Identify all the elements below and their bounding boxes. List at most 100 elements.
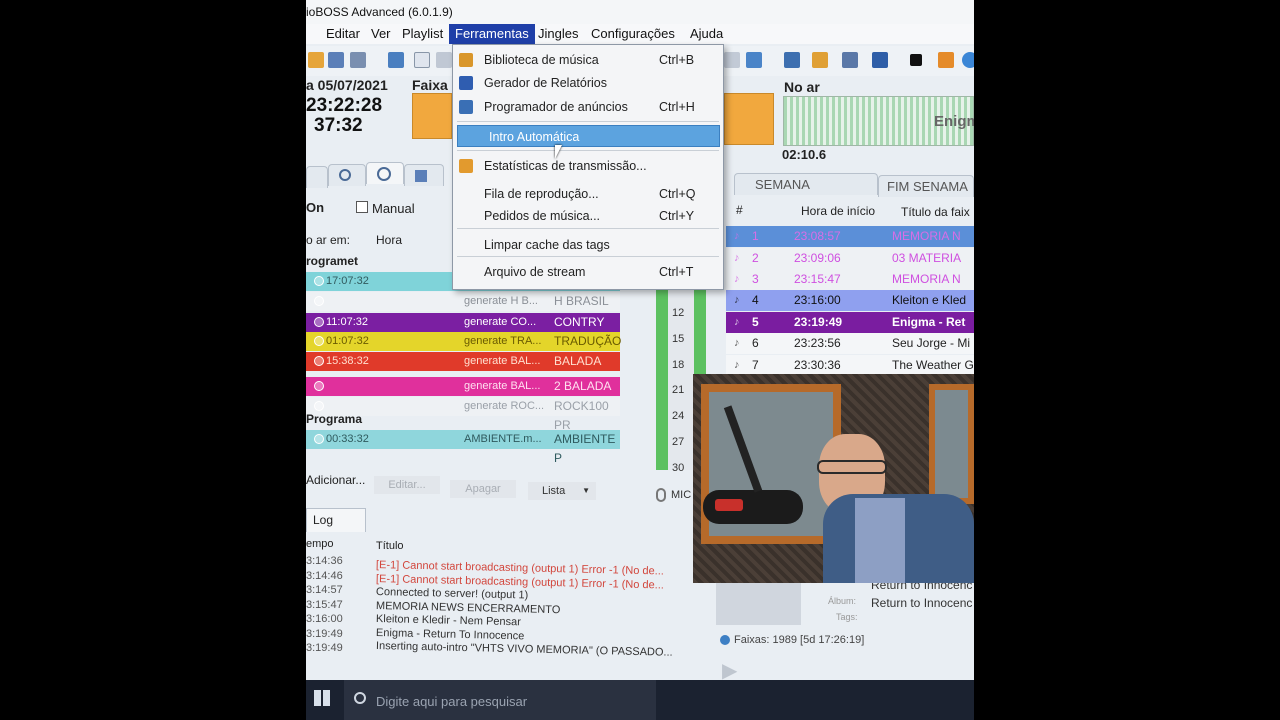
tab-fim-semana[interactable]: FIM SENAMA xyxy=(878,175,974,197)
menu-separator xyxy=(457,121,719,122)
manual-checkbox[interactable] xyxy=(356,201,368,213)
add-icon[interactable] xyxy=(746,52,762,68)
event-time: 00:33:32 xyxy=(326,433,369,445)
schedule-num: 5 xyxy=(752,315,759,329)
menu-item[interactable]: Estatísticas de transmissão... xyxy=(453,155,723,177)
mic-button[interactable]: MIC xyxy=(653,484,693,510)
menu-item-label: Intro Automática xyxy=(489,130,580,144)
clock-icon xyxy=(314,317,324,327)
menu-separator xyxy=(457,228,719,229)
menu-editar[interactable]: Editar xyxy=(326,26,360,41)
schedule-title: Seu Jorge - Mi xyxy=(892,336,971,350)
event-time: 15:38:32 xyxy=(326,355,369,367)
menu-playlist[interactable]: Playlist xyxy=(402,26,443,41)
menu-configuracoes[interactable]: Configurações xyxy=(591,26,675,41)
event-row[interactable]: 00:33:32 AMBIENTE.m... AMBIENTE P xyxy=(306,430,620,465)
toolbar-icon[interactable] xyxy=(724,52,740,68)
event-name: 2 BALADA xyxy=(554,379,612,393)
menu-item[interactable]: Limpar cache das tags xyxy=(453,234,723,256)
col-air: o ar em: xyxy=(306,233,351,247)
menu-item-label: Arquivo de stream xyxy=(484,265,586,279)
tracks-count: Faixas: 1989 [5d 17:26:19] xyxy=(720,634,864,646)
broadcast-icon[interactable] xyxy=(962,52,974,68)
menu-item-shortcut: Ctrl+Q xyxy=(659,187,696,201)
schedule-row[interactable]: ♪ 3 23:15:47 MEMORIA N xyxy=(726,269,974,290)
copy-icon[interactable] xyxy=(414,52,430,68)
log-time: 3:14:57 xyxy=(306,584,343,596)
menu-item[interactable]: Intro Automática xyxy=(457,125,720,147)
on-label: On xyxy=(306,200,325,215)
play-icon[interactable]: ▶ xyxy=(722,658,746,682)
schedule-row[interactable]: ♪ 4 23:16:00 Kleiton e Kled xyxy=(726,290,974,311)
delete-button[interactable]: Apagar xyxy=(450,480,516,498)
menu-item[interactable]: Gerador de Relatórios xyxy=(453,72,723,94)
library-icon[interactable] xyxy=(812,52,828,68)
vu-scale-label: 21 xyxy=(672,384,685,397)
chart-toolbar-icon[interactable] xyxy=(938,52,954,68)
clock-icon xyxy=(314,356,324,366)
menu-item[interactable]: Programador de anúncios Ctrl+H xyxy=(453,96,723,118)
edit-button[interactable]: Editar... xyxy=(374,476,440,494)
track-progress-box xyxy=(412,93,452,139)
tab-search[interactable] xyxy=(328,164,366,186)
open-icon[interactable] xyxy=(308,52,324,68)
music-library-icon xyxy=(459,53,473,67)
schedule-num: 3 xyxy=(752,272,759,286)
scheduler-icon xyxy=(459,100,473,114)
menu-ver[interactable]: Ver xyxy=(371,26,391,41)
schedule-title: Enigma - Ret xyxy=(892,315,966,329)
tab-list[interactable] xyxy=(306,166,328,188)
menu-item[interactable]: Arquivo de stream Ctrl+T xyxy=(453,261,723,283)
event-row[interactable]: generate H B... H BRASIL xyxy=(306,292,620,311)
menu-item[interactable]: Biblioteca de música Ctrl+B xyxy=(453,49,723,71)
event-row[interactable]: 11:07:32generate CO...CONTRY MU xyxy=(306,313,620,348)
schedule-row[interactable]: ♪ 5 23:19:49 Enigma - Ret xyxy=(726,312,974,333)
vu-scale-label: 12 xyxy=(672,307,685,319)
glasses xyxy=(817,460,887,474)
search-icon xyxy=(354,692,366,704)
add-button[interactable]: Adicionar... xyxy=(306,473,365,487)
event-row[interactable]: 01:07:32 generate TRA... TRADUÇÃO xyxy=(306,332,621,351)
tab-log[interactable]: Log xyxy=(306,508,366,532)
menu-item-label: Gerador de Relatórios xyxy=(484,76,607,90)
schedule-row[interactable]: ♪ 1 23:08:57 MEMORIA N xyxy=(726,226,974,247)
windows-start-icon[interactable] xyxy=(314,690,330,706)
event-time: 01:07:32 xyxy=(326,335,369,347)
schedule-row[interactable]: ♪ 7 23:30:36 The Weather G xyxy=(726,355,974,376)
log-col-time: empo xyxy=(306,538,334,550)
event-row[interactable]: generate BAL... 2 BALADA xyxy=(306,377,620,396)
stats-icon[interactable] xyxy=(784,52,800,68)
tools-icon[interactable] xyxy=(842,52,858,68)
event-row[interactable]: 15:38:32 generate BAL... BALADA xyxy=(306,352,620,371)
schedule-row[interactable]: ♪ 6 23:23:56 Seu Jorge - Mi xyxy=(726,333,974,354)
stop-icon[interactable] xyxy=(910,54,922,66)
tab-settings[interactable] xyxy=(404,164,444,186)
taskbar-search[interactable]: Digite aqui para pesquisar xyxy=(344,680,656,720)
tab-semana[interactable]: SEMANA xyxy=(734,173,878,195)
clock-icon xyxy=(314,276,324,286)
menu-ajuda[interactable]: Ajuda xyxy=(690,26,723,41)
log-message: Connected to server! (output 1) xyxy=(375,586,529,602)
clock-icon xyxy=(314,434,324,444)
event-command: generate CO... xyxy=(464,316,537,328)
save-as-icon[interactable] xyxy=(350,52,366,68)
clock-icon xyxy=(377,167,391,181)
menu-item-label: Programador de anúncios xyxy=(484,100,628,114)
schedule-num: 4 xyxy=(752,293,759,307)
list-dropdown[interactable]: Lista ▼ xyxy=(528,482,596,500)
menu-jingles[interactable]: Jingles xyxy=(538,26,578,41)
menu-ferramentas[interactable]: Ferramentas xyxy=(449,24,535,44)
tab-scheduler[interactable] xyxy=(366,162,404,184)
save-icon[interactable] xyxy=(328,52,344,68)
music-note-icon: ♪ xyxy=(734,337,740,349)
menu-item[interactable]: Pedidos de música... Ctrl+Y xyxy=(453,205,723,227)
clock-icon xyxy=(314,381,324,391)
schedule-row[interactable]: ♪ 2 23:09:06 03 MATERIA xyxy=(726,248,974,269)
report-toolbar-icon[interactable] xyxy=(872,52,888,68)
paste-icon[interactable] xyxy=(436,52,452,68)
schedule-title: MEMORIA N xyxy=(892,229,961,243)
menu-item[interactable]: Fila de reprodução... Ctrl+Q xyxy=(453,183,723,205)
schedule-title: The Weather G xyxy=(892,358,974,372)
cut-icon[interactable] xyxy=(388,52,404,68)
schedule-title: 03 MATERIA xyxy=(892,251,962,265)
